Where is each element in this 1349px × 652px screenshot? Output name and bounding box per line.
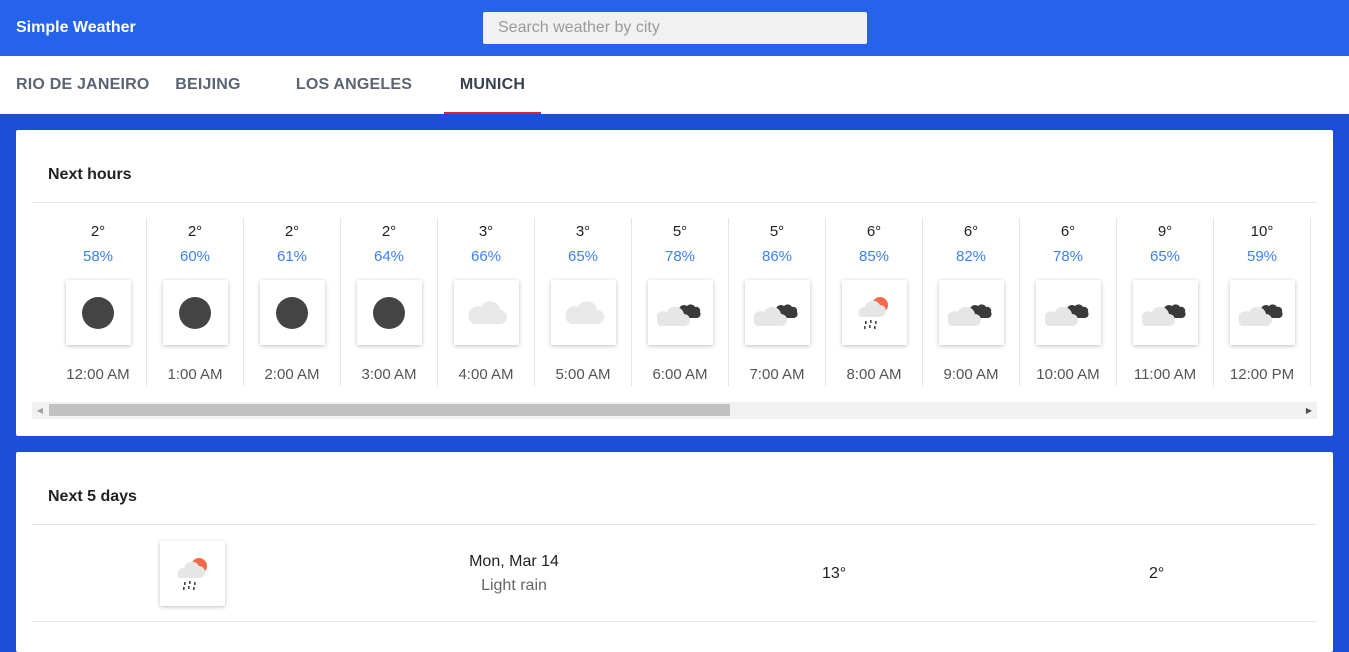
scroll-left-arrow-icon[interactable]: ◀ (32, 402, 48, 419)
tab-los-angeles[interactable]: LOS ANGELES (264, 56, 444, 114)
hour-temperature: 9° (1157, 223, 1173, 240)
broken-clouds-icon (1132, 280, 1198, 345)
app-header: Simple Weather (0, 0, 1349, 56)
hour-temperature: 2° (90, 223, 106, 240)
hour-time: 10:00 AM (1036, 366, 1100, 383)
day-date: Mon, Mar 14 (469, 553, 559, 570)
next-days-title: Next 5 days (48, 488, 137, 505)
clear-night-icon (356, 280, 422, 345)
scroll-right-arrow-icon[interactable]: ▶ (1301, 402, 1317, 419)
tab-beijing[interactable]: BEIJING (152, 56, 264, 114)
hour-forecast-item: 2° 61% 2:00 AM (244, 218, 341, 386)
cloud-icon (550, 280, 616, 345)
tab-munich[interactable]: MUNICH (444, 56, 541, 114)
hour-forecast-item: 6° 85% 8:00 AM (826, 218, 923, 386)
hour-humidity: 86% (761, 248, 793, 265)
hour-forecast-item: 3° 66% 4:00 AM (438, 218, 535, 386)
next-hours-title: Next hours (48, 166, 132, 183)
hour-time: 9:00 AM (943, 366, 999, 383)
hour-temperature: 5° (672, 223, 688, 240)
hour-time: 5:00 AM (555, 366, 611, 383)
hour-time: 6:00 AM (652, 366, 708, 383)
hour-temperature: 6° (1060, 223, 1076, 240)
hour-time: 12:00 PM (1229, 366, 1295, 383)
hour-forecast-item: 2° 60% 1:00 AM (147, 218, 244, 386)
day-min-temp: 2° (1149, 565, 1165, 582)
hour-time: 3:00 AM (361, 366, 417, 383)
daily-forecast-row: Mon, Mar 14 Light rain 13° 2° (32, 525, 1317, 622)
divider (32, 202, 1317, 203)
app-title[interactable]: Simple Weather (16, 19, 136, 37)
broken-clouds-icon (744, 280, 810, 345)
broken-clouds-icon (647, 280, 713, 345)
hour-temperature: 2° (284, 223, 300, 240)
hour-humidity: 65% (1149, 248, 1181, 265)
hourly-forecast-list[interactable]: 2° 58% 12:00 AM 2° 60% 1:00 AM 2° 61% 2:00 AM 2° 6… (50, 218, 1316, 388)
city-search-input[interactable] (483, 12, 867, 44)
rain-sun-icon (160, 541, 225, 606)
hour-forecast-item: 5° 78% 6:00 AM (632, 218, 729, 386)
hour-temperature: 2° (381, 223, 397, 240)
hour-temperature: 3° (478, 223, 494, 240)
hour-time: 4:00 AM (458, 366, 514, 383)
horizontal-scrollbar[interactable]: ◀ ▶ (32, 402, 1317, 419)
hour-time: 2:00 AM (264, 366, 320, 383)
hour-humidity: 85% (858, 248, 890, 265)
city-tabs: RIO DE JANEIRO BEIJING LOS ANGELES MUNIC… (0, 56, 1349, 114)
hour-time: 12:00 AM (66, 366, 130, 383)
hour-humidity: 78% (664, 248, 696, 265)
broken-clouds-icon (1229, 280, 1295, 345)
next-hours-card: Next hours 2° 58% 12:00 AM 2° 60% 1:00 AM 2° 61… (16, 130, 1333, 436)
day-description: Light rain (481, 577, 547, 594)
hour-temperature: 5° (769, 223, 785, 240)
hour-temperature: 6° (866, 223, 882, 240)
hour-time: 1:00 AM (167, 366, 223, 383)
hour-humidity: 78% (1052, 248, 1084, 265)
clear-night-icon (162, 280, 228, 345)
hour-temperature: 10° (1250, 223, 1274, 240)
hour-temperature: 2° (187, 223, 203, 240)
next-days-card: Next 5 days Mon, Mar 14 Light rain 13° 2… (16, 452, 1333, 652)
hour-time: 7:00 AM (749, 366, 805, 383)
broken-clouds-icon (1035, 280, 1101, 345)
hour-humidity: 58% (82, 248, 114, 265)
hour-forecast-item: 2° 58% 12:00 AM (50, 218, 147, 386)
hour-forecast-item: 5° 86% 7:00 AM (729, 218, 826, 386)
hour-humidity: 60% (179, 248, 211, 265)
hour-humidity: 66% (470, 248, 502, 265)
hour-time: 8:00 AM (846, 366, 902, 383)
clear-night-icon (259, 280, 325, 345)
hour-forecast-item: 9° 65% 11:00 AM (1117, 218, 1214, 386)
hour-forecast-item: 6° 78% 10:00 AM (1020, 218, 1117, 386)
cloud-icon (453, 280, 519, 345)
hour-forecast-item: 2° 64% 3:00 AM (341, 218, 438, 386)
hour-temperature: 6° (963, 223, 979, 240)
hour-humidity: 61% (276, 248, 308, 265)
scrollbar-thumb[interactable] (49, 404, 730, 416)
hour-humidity: 64% (373, 248, 405, 265)
hour-forecast-item: 3° 65% 5:00 AM (535, 218, 632, 386)
clear-night-icon (65, 280, 131, 345)
rain-sun-icon (841, 280, 907, 345)
hour-humidity: 59% (1246, 248, 1278, 265)
hour-forecast-item: 10° 59% 12:00 PM (1214, 218, 1311, 386)
hour-time: 11:00 AM (1133, 366, 1197, 383)
hour-temperature: 3° (575, 223, 591, 240)
broken-clouds-icon (938, 280, 1004, 345)
tab-rio-de-janeiro[interactable]: RIO DE JANEIRO (0, 56, 152, 114)
hour-humidity: 65% (567, 248, 599, 265)
hour-humidity: 82% (955, 248, 987, 265)
hour-forecast-item: 6° 82% 9:00 AM (923, 218, 1020, 386)
day-max-temp: 13° (822, 565, 847, 582)
